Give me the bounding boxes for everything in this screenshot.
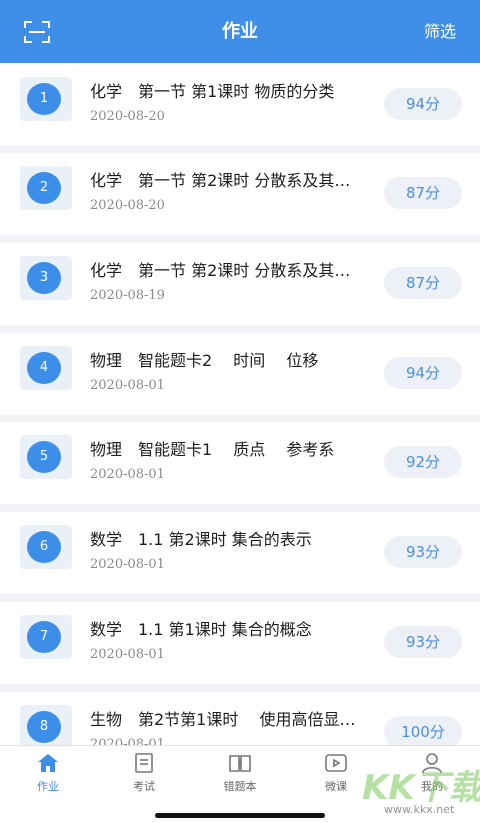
exam-icon [135, 753, 153, 773]
score-badge: 100分 [384, 716, 462, 745]
index-badge: 3 [20, 256, 72, 300]
homework-card[interactable]: 4 物理 智能题卡2 时间 位移 2020-08-01 94分 [0, 333, 480, 415]
homework-title: 数学 1.1 第1课时 集合的概念 [90, 620, 312, 639]
index-badge: 6 [20, 525, 72, 569]
homework-title: 物理 智能题卡2 时间 位移 [90, 351, 319, 370]
filter-button[interactable]: 筛选 [424, 0, 456, 63]
homework-card[interactable]: 6 数学 1.1 第2课时 集合的表示 2020-08-01 93分 [0, 512, 480, 594]
index-number: 7 [27, 621, 61, 653]
score-badge: 94分 [384, 357, 462, 389]
site-watermark: KK下载 www.kkx.net [362, 758, 480, 823]
homework-date: 2020-08-19 [90, 288, 165, 303]
homework-date: 2020-08-01 [90, 557, 165, 572]
homework-date: 2020-08-01 [90, 647, 165, 662]
score-badge: 87分 [384, 177, 462, 209]
index-badge: 5 [20, 435, 72, 479]
score-badge: 93分 [384, 536, 462, 568]
tab-label: 错题本 [223, 780, 257, 793]
index-badge: 2 [20, 166, 72, 210]
watermark-logo: KK下载 [362, 768, 480, 808]
score-badge: 94分 [384, 88, 462, 120]
score-badge: 92分 [384, 446, 462, 478]
index-number: 2 [27, 172, 61, 204]
tab-homework[interactable]: 作业 [0, 746, 96, 806]
index-number: 8 [27, 711, 61, 743]
index-badge: 7 [20, 615, 72, 659]
score-badge: 93分 [384, 626, 462, 658]
index-number: 4 [27, 352, 61, 384]
top-bar: 作业 筛选 [0, 0, 480, 63]
homework-date: 2020-08-20 [90, 109, 165, 124]
notebook-icon [229, 755, 251, 772]
homework-list: 1 化学 第一节 第1课时 物质的分类 2020-08-20 94分 2 化学 … [0, 63, 480, 745]
homework-title: 物理 智能题卡1 质点 参考系 [90, 440, 335, 459]
homework-title: 数学 1.1 第2课时 集合的表示 [90, 530, 312, 549]
homework-card[interactable]: 5 物理 智能题卡1 质点 参考系 2020-08-01 92分 [0, 422, 480, 504]
page-title: 作业 [222, 21, 258, 42]
tab-label: 作业 [37, 780, 59, 793]
video-icon [325, 754, 347, 772]
homework-date: 2020-08-01 [90, 378, 165, 393]
homework-date: 2020-08-01 [90, 467, 165, 482]
index-number: 3 [27, 262, 61, 294]
index-badge: 8 [20, 705, 72, 745]
homework-date: 2020-08-20 [90, 198, 165, 213]
homework-card[interactable]: 2 化学 第一节 第2课时 分散系及其… 2020-08-20 87分 [0, 153, 480, 235]
homework-title: 化学 第一节 第2课时 分散系及其… [90, 261, 351, 280]
homework-title: 化学 第一节 第1课时 物质的分类 [90, 82, 335, 101]
watermark-url: www.kkx.net [384, 803, 455, 816]
homework-card[interactable]: 3 化学 第一节 第2课时 分散系及其… 2020-08-19 87分 [0, 243, 480, 325]
homework-card[interactable]: 8 生物 第2节第1课时 使用高倍显… 2020-08-01 100分 [0, 692, 480, 745]
index-number: 1 [27, 83, 61, 115]
index-number: 5 [27, 441, 61, 473]
home-icon [38, 754, 58, 772]
index-badge: 1 [20, 77, 72, 121]
homework-title: 生物 第2节第1课时 使用高倍显… [90, 710, 356, 729]
tab-label: 考试 [133, 780, 155, 793]
tab-mistakes[interactable]: 错题本 [192, 746, 288, 806]
tab-exam[interactable]: 考试 [96, 746, 192, 806]
homework-title: 化学 第一节 第2课时 分散系及其… [90, 171, 351, 190]
homework-card[interactable]: 1 化学 第一节 第1课时 物质的分类 2020-08-20 94分 [0, 64, 480, 146]
index-number: 6 [27, 531, 61, 563]
homework-card[interactable]: 7 数学 1.1 第1课时 集合的概念 2020-08-01 93分 [0, 602, 480, 684]
homework-date: 2020-08-01 [90, 737, 165, 745]
score-badge: 87分 [384, 267, 462, 299]
home-indicator [155, 813, 325, 818]
index-badge: 4 [20, 346, 72, 390]
